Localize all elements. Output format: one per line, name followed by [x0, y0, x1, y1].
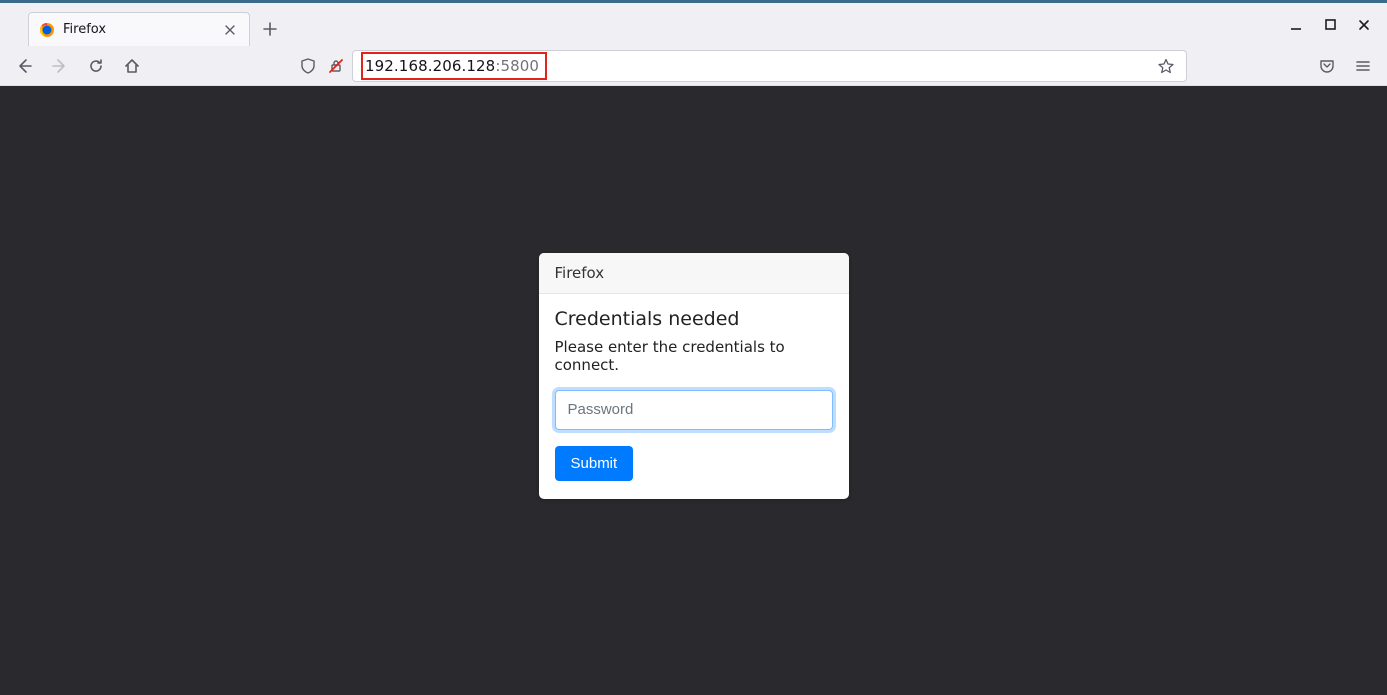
arrow-left-icon [16, 58, 32, 74]
credentials-dialog: Firefox Credentials needed Please enter … [539, 253, 849, 499]
forward-button[interactable] [44, 50, 76, 82]
tracking-protection-button[interactable] [296, 54, 320, 78]
shield-icon [300, 58, 316, 74]
bookmark-button[interactable] [1154, 54, 1178, 78]
url-bar[interactable]: 192.168.206.128:5800 [352, 50, 1187, 82]
browser-window: Firefox [0, 0, 1387, 695]
dialog-header: Firefox [539, 253, 849, 294]
url-host: 192.168.206.128 [365, 57, 495, 75]
window-controls [1279, 3, 1381, 46]
back-button[interactable] [8, 50, 40, 82]
dialog-message: Please enter the credentials to connect. [555, 338, 833, 374]
plus-icon [263, 22, 277, 36]
new-tab-button[interactable] [256, 15, 284, 43]
firefox-icon [39, 22, 55, 38]
page-content: Firefox Credentials needed Please enter … [0, 86, 1387, 695]
home-icon [124, 58, 140, 74]
close-icon [1358, 19, 1370, 31]
minimize-icon [1290, 19, 1302, 31]
home-button[interactable] [116, 50, 148, 82]
tab-strip: Firefox [0, 3, 1387, 46]
dialog-title: Credentials needed [555, 308, 833, 330]
maximize-icon [1325, 19, 1336, 30]
password-input[interactable] [555, 390, 833, 430]
reload-button[interactable] [80, 50, 112, 82]
star-icon [1158, 58, 1174, 74]
window-maximize-button[interactable] [1313, 11, 1347, 39]
insecure-lock-icon [328, 58, 344, 74]
window-minimize-button[interactable] [1279, 11, 1313, 39]
pocket-icon [1319, 58, 1335, 74]
hamburger-icon [1355, 58, 1371, 74]
reload-icon [88, 58, 104, 74]
submit-button[interactable]: Submit [555, 446, 634, 481]
navigation-toolbar: 192.168.206.128:5800 [0, 46, 1387, 86]
dialog-body: Credentials needed Please enter the cred… [539, 294, 849, 499]
application-menu-button[interactable] [1347, 50, 1379, 82]
close-icon [224, 24, 236, 36]
save-to-pocket-button[interactable] [1311, 50, 1343, 82]
tab-close-button[interactable] [221, 21, 239, 39]
tab-title: Firefox [63, 22, 213, 37]
browser-tab[interactable]: Firefox [28, 12, 250, 46]
window-close-button[interactable] [1347, 11, 1381, 39]
url-port: :5800 [495, 57, 539, 75]
url-highlight-box: 192.168.206.128:5800 [361, 52, 547, 80]
arrow-right-icon [52, 58, 68, 74]
site-security-button[interactable] [324, 54, 348, 78]
